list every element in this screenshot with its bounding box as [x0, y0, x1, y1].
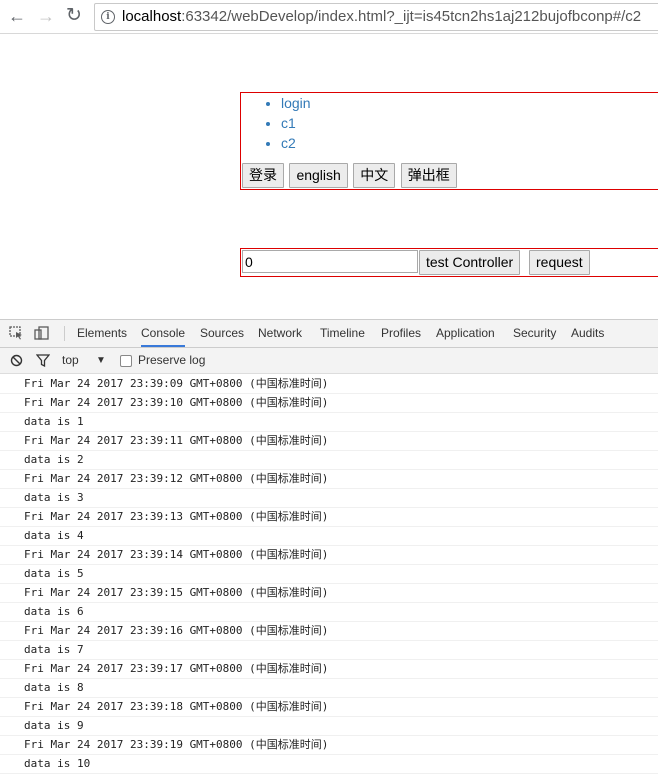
console-line: data is 6	[0, 603, 658, 622]
nav-item-c2: c2	[281, 133, 658, 153]
nav-link-c2[interactable]: c2	[281, 135, 296, 151]
tab-console[interactable]: Console	[141, 320, 186, 347]
console-line: Fri Mar 24 2017 23:39:11 GMT+0800 (中国标准时…	[0, 432, 658, 451]
nav-list: login c1 c2	[241, 93, 658, 153]
nav-link-login[interactable]: login	[281, 95, 311, 111]
console-line: Fri Mar 24 2017 23:39:10 GMT+0800 (中国标准时…	[0, 394, 658, 413]
tab-profiles[interactable]: Profiles	[381, 320, 421, 347]
console-line: data is 3	[0, 489, 658, 508]
browser-toolbar: ← → ↻ i localhost:63342/webDevelop/index…	[0, 0, 658, 34]
tab-timeline[interactable]: Timeline	[320, 320, 365, 347]
clear-console-icon[interactable]	[10, 354, 23, 367]
console-line: data is 9	[0, 717, 658, 736]
forward-arrow-icon[interactable]: →	[35, 5, 57, 27]
preserve-log-label: Preserve log	[138, 353, 206, 367]
devtools-tabbar: Elements Console Sources Network Timelin…	[0, 320, 658, 348]
tab-network[interactable]: Network	[258, 320, 302, 347]
console-line: Fri Mar 24 2017 23:39:17 GMT+0800 (中国标准时…	[0, 660, 658, 679]
nav-item-c1: c1	[281, 113, 658, 133]
english-button[interactable]: english	[289, 163, 348, 188]
test-controller-button[interactable]: test Controller	[419, 250, 521, 275]
console-line: Fri Mar 24 2017 23:39:13 GMT+0800 (中国标准时…	[0, 508, 658, 527]
address-bar[interactable]: i localhost:63342/webDevelop/index.html?…	[94, 3, 658, 31]
console-output: Fri Mar 24 2017 23:39:09 GMT+0800 (中国标准时…	[0, 375, 658, 779]
console-line: data is 4	[0, 527, 658, 546]
tab-application[interactable]: Application	[436, 320, 495, 347]
url-text[interactable]: localhost:63342/webDevelop/index.html?_i…	[122, 8, 641, 25]
filter-icon[interactable]	[36, 354, 50, 367]
console-line: data is 2	[0, 451, 658, 470]
preserve-log-checkbox[interactable]	[120, 355, 132, 367]
tab-audits[interactable]: Audits	[571, 320, 604, 347]
console-line: Fri Mar 24 2017 23:39:14 GMT+0800 (中国标准时…	[0, 546, 658, 565]
console-line: Fri Mar 24 2017 23:39:09 GMT+0800 (中国标准时…	[0, 375, 658, 394]
console-toolbar: top ▼ Preserve log	[0, 348, 658, 374]
nav-container: login c1 c2 登录 english 中文 弹出框	[240, 92, 658, 190]
request-button[interactable]: request	[529, 250, 590, 275]
console-line: data is 5	[0, 565, 658, 584]
console-line: Fri Mar 24 2017 23:39:18 GMT+0800 (中国标准时…	[0, 698, 658, 717]
url-path: :63342/webDevelop/index.html?_ijt=is45tc…	[181, 8, 642, 25]
tab-elements[interactable]: Elements	[77, 320, 127, 347]
controller-container: test Controller request	[240, 248, 658, 277]
value-input[interactable]	[242, 250, 418, 273]
reload-icon[interactable]: ↻	[63, 5, 85, 27]
console-line: data is 1	[0, 413, 658, 432]
nav-link-c1[interactable]: c1	[281, 115, 296, 131]
tab-separator	[64, 326, 65, 341]
info-icon[interactable]: i	[101, 10, 115, 24]
device-toolbar-icon[interactable]	[34, 326, 49, 340]
popup-button[interactable]: 弹出框	[400, 163, 457, 188]
login-button[interactable]: 登录	[242, 163, 284, 188]
button-row: 登录 english 中文 弹出框	[242, 163, 458, 188]
tab-sources[interactable]: Sources	[200, 320, 244, 347]
devtools-panel: Elements Console Sources Network Timelin…	[0, 319, 658, 778]
chinese-button[interactable]: 中文	[353, 163, 396, 188]
console-line: Fri Mar 24 2017 23:39:16 GMT+0800 (中国标准时…	[0, 622, 658, 641]
console-line: Fri Mar 24 2017 23:39:19 GMT+0800 (中国标准时…	[0, 736, 658, 755]
nav-item-login: login	[281, 93, 658, 113]
console-line: data is 7	[0, 641, 658, 660]
back-arrow-icon[interactable]: ←	[6, 5, 28, 27]
url-host: localhost	[122, 8, 182, 25]
console-line: Fri Mar 24 2017 23:39:12 GMT+0800 (中国标准时…	[0, 470, 658, 489]
tab-security[interactable]: Security	[513, 320, 556, 347]
console-line: data is 10	[0, 755, 658, 774]
console-line: Fri Mar 24 2017 23:39:15 GMT+0800 (中国标准时…	[0, 584, 658, 603]
context-selector[interactable]: top	[62, 348, 79, 373]
console-line: data is 8	[0, 679, 658, 698]
dropdown-arrow-icon[interactable]: ▼	[96, 348, 106, 373]
inspect-element-icon[interactable]	[9, 326, 24, 340]
